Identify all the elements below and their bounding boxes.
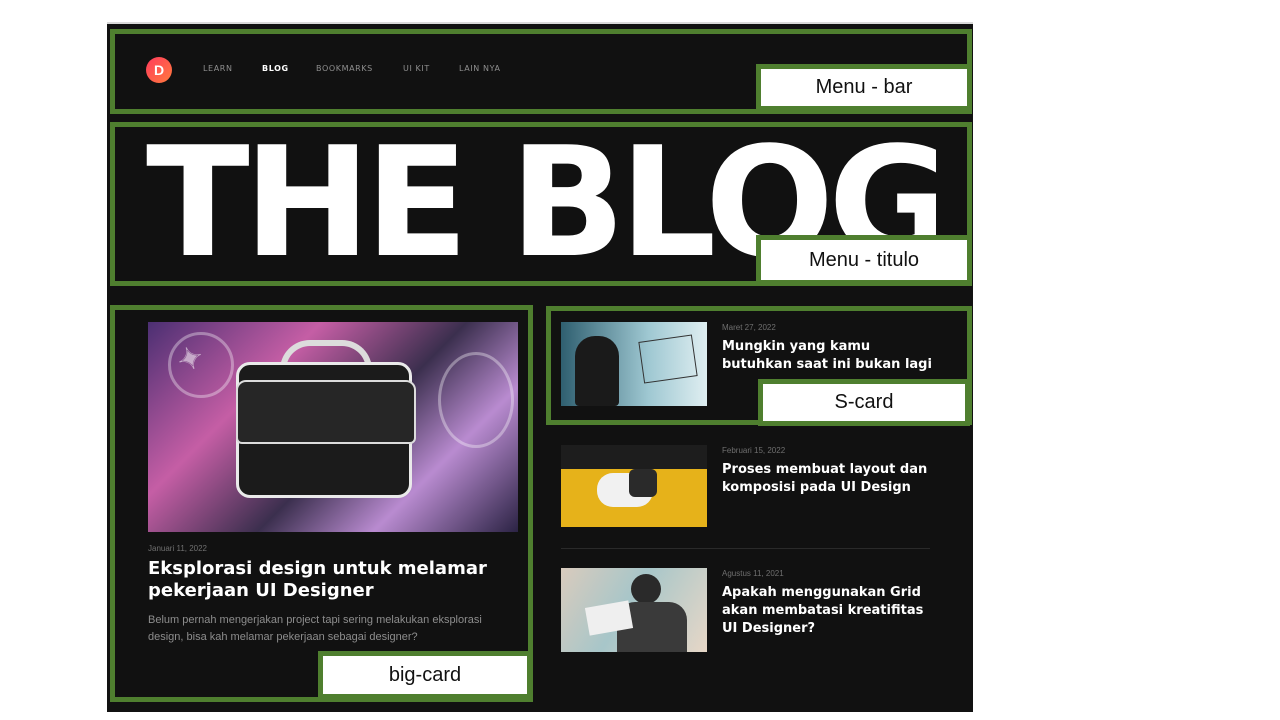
image-band bbox=[561, 445, 707, 469]
annotation-big-card-box bbox=[110, 305, 533, 702]
person-head bbox=[631, 574, 661, 604]
annotation-label-menu-bar: Menu - bar bbox=[756, 64, 972, 111]
s-card-image[interactable] bbox=[561, 445, 707, 527]
s-card-image[interactable] bbox=[561, 568, 707, 652]
s-card-date: Agustus 11, 2021 bbox=[722, 569, 784, 578]
annotation-label-menu-titulo: Menu - titulo bbox=[756, 235, 972, 285]
s-card-title[interactable]: Apakah menggunakan Grid akan membatasi k… bbox=[722, 584, 936, 638]
cube-icon bbox=[629, 469, 657, 497]
annotation-label-big-card: big-card bbox=[318, 651, 532, 699]
divider bbox=[561, 548, 930, 549]
s-card-date: Februari 15, 2022 bbox=[722, 446, 786, 455]
s-card-title[interactable]: Proses membuat layout dan komposisi pada… bbox=[722, 461, 936, 497]
annotation-label-s-card: S-card bbox=[758, 379, 970, 426]
